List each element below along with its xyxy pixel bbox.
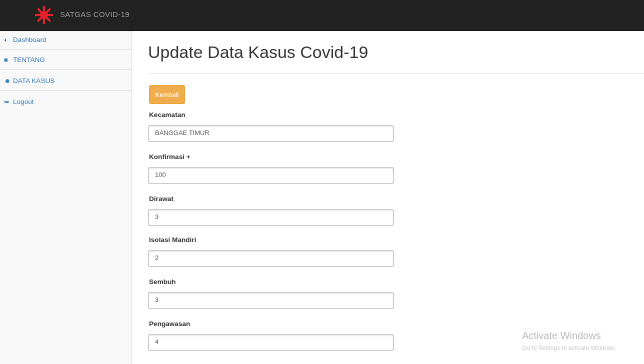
kecamatan-input[interactable]: BANGGAE TIMUR (148, 125, 394, 142)
isolasi-mandiri-input[interactable]: 2 (148, 250, 394, 267)
sidebar-item-label: DATA KASUS (13, 78, 55, 85)
sidebar-item-label: Dashboard (13, 37, 47, 44)
sidebar-item-data-kasus[interactable]: ☻ DATA KASUS (0, 72, 131, 91)
kecamatan-label: Kecamatan (149, 112, 186, 119)
top-navbar: SATGAS COVID-19 (0, 0, 644, 31)
sidebar-item-tentang[interactable]: ■ TENTANG (0, 51, 131, 70)
sidebar-item-label: TENTANG (13, 57, 45, 64)
main-content: Update Data Kasus Covid-19 Kembali Kecam… (132, 31, 644, 364)
konfirmasi-input[interactable]: 100 (148, 167, 394, 184)
sidebar: ◐ Dashboard ■ TENTANG ☻ DATA KASUS ➥ Logout (0, 31, 132, 364)
dirawat-label: Dirawat (149, 196, 174, 203)
page-title: Update Data Kasus Covid-19 (148, 43, 369, 62)
pengawasan-input[interactable]: 4 (148, 334, 394, 351)
virus-logo-icon[interactable] (34, 5, 54, 25)
sembuh-label: Sembuh (149, 279, 176, 286)
sembuh-input[interactable]: 3 (148, 292, 394, 309)
konfirmasi-label: Konfirmasi + (149, 154, 191, 161)
pengawasan-label: Pengawasan (149, 321, 191, 328)
activate-windows-title: Activate Windows (522, 331, 601, 342)
back-button[interactable]: Kembali (149, 85, 185, 104)
sign-out-icon: ➥ (4, 99, 10, 106)
file-icon: ■ (4, 57, 8, 64)
sidebar-item-logout[interactable]: ➥ Logout (0, 93, 131, 112)
sidebar-item-label: Logout (13, 99, 34, 106)
sidebar-item-dashboard[interactable]: ◐ Dashboard (0, 31, 131, 50)
dirawat-input[interactable]: 3 (148, 209, 394, 226)
dashboard-icon: ◐ (4, 37, 8, 44)
isolasi-mandiri-label: Isolasi Mandiri (149, 237, 197, 244)
title-divider (148, 73, 644, 74)
users-icon: ☻ (4, 78, 11, 85)
activate-windows-subtitle: Go to Settings to activate Windows. (522, 346, 617, 352)
brand-title[interactable]: SATGAS COVID-19 (60, 10, 130, 19)
